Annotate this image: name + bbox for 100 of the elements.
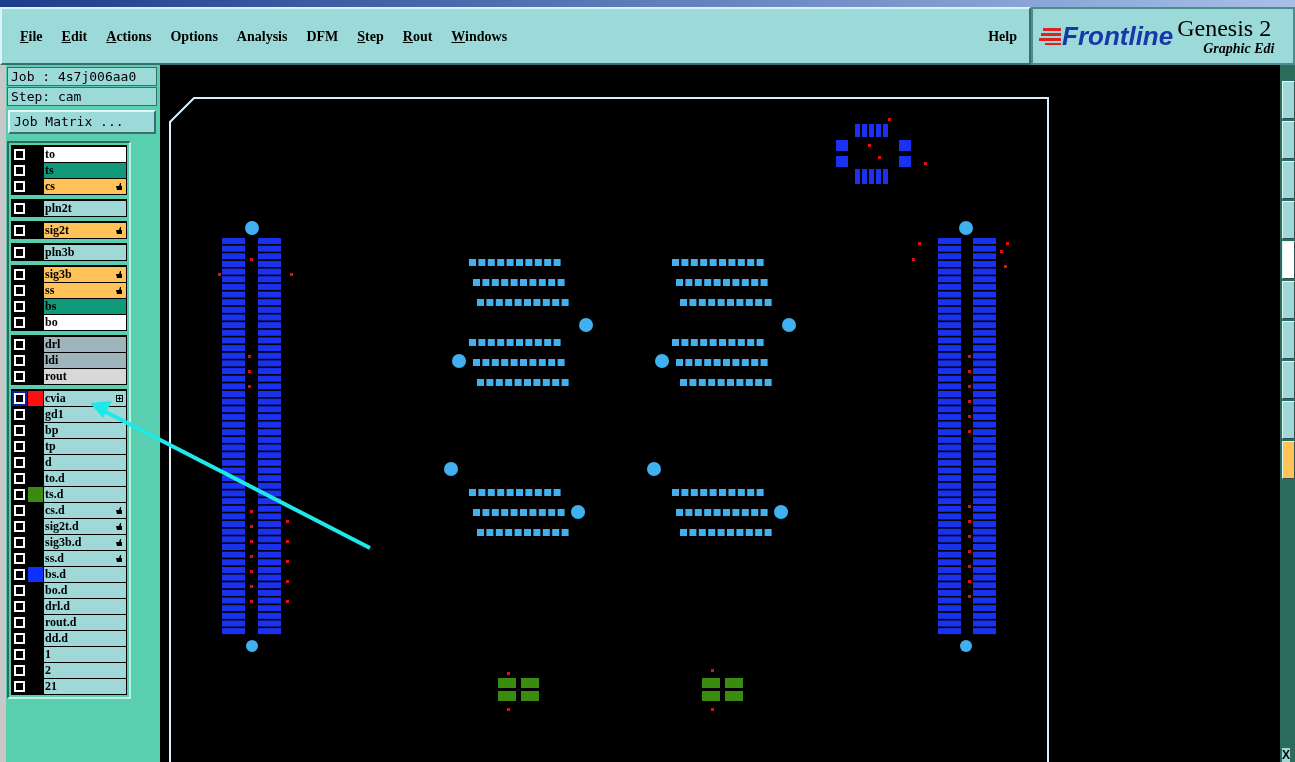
layer-row[interactable]: cs: [44, 178, 126, 194]
layer-row[interactable]: ts.d: [44, 486, 126, 502]
layer-checkbox[interactable]: [12, 390, 27, 406]
layer-row[interactable]: sig2t.d: [44, 518, 126, 534]
layer-checkbox[interactable]: [12, 406, 27, 422]
layer-checkbox[interactable]: [12, 352, 27, 368]
menu-item[interactable]: Windows: [451, 25, 508, 47]
layer-checkbox[interactable]: [12, 518, 27, 534]
menu-item[interactable]: DFM: [306, 25, 339, 47]
layer-row[interactable]: rout: [44, 368, 126, 384]
layer-checkbox[interactable]: [12, 368, 27, 384]
layer-checkbox[interactable]: [12, 550, 27, 566]
layer-item[interactable]: drl.d: [12, 598, 126, 614]
layer-row[interactable]: drl: [44, 336, 126, 352]
layer-row[interactable]: sig3b: [44, 266, 126, 282]
layer-item[interactable]: drl: [12, 336, 126, 352]
layer-row[interactable]: cs.d: [44, 502, 126, 518]
layer-row[interactable]: 1: [44, 646, 126, 662]
layer-checkbox[interactable]: [12, 566, 27, 582]
layer-item[interactable]: sig2t.d: [12, 518, 126, 534]
layer-row[interactable]: ts: [44, 162, 126, 178]
layer-row[interactable]: sig3b.d: [44, 534, 126, 550]
layer-item[interactable]: 21: [12, 678, 126, 694]
tool-button[interactable]: [1282, 401, 1295, 439]
layer-row[interactable]: dd.d: [44, 630, 126, 646]
layer-checkbox[interactable]: [12, 454, 27, 470]
layer-checkbox[interactable]: [12, 314, 27, 330]
tool-button[interactable]: [1282, 281, 1295, 319]
layer-item[interactable]: cs.d: [12, 502, 126, 518]
job-matrix-button[interactable]: Job Matrix ...: [8, 110, 156, 134]
menu-item[interactable]: Rout: [402, 25, 433, 47]
menu-item[interactable]: Step: [357, 25, 384, 47]
layer-row[interactable]: bs: [44, 298, 126, 314]
layer-row[interactable]: to.d: [44, 470, 126, 486]
layer-row[interactable]: d: [44, 454, 126, 470]
layer-item[interactable]: bs.d: [12, 566, 126, 582]
layer-row[interactable]: bo.d: [44, 582, 126, 598]
layer-item[interactable]: tp: [12, 438, 126, 454]
menu-item[interactable]: Options: [170, 25, 218, 47]
layer-row[interactable]: tp: [44, 438, 126, 454]
layer-checkbox[interactable]: [12, 582, 27, 598]
layer-checkbox[interactable]: [12, 662, 27, 678]
menu-item[interactable]: File: [20, 25, 43, 47]
help-menu[interactable]: Help: [984, 25, 1021, 47]
layer-checkbox[interactable]: [12, 502, 27, 518]
layer-row[interactable]: 2: [44, 662, 126, 678]
layer-item[interactable]: sig3b.d: [12, 534, 126, 550]
layer-item[interactable]: rout.d: [12, 614, 126, 630]
layer-checkbox[interactable]: [12, 282, 27, 298]
layer-color-swatch[interactable]: [28, 390, 43, 406]
layer-color-swatch[interactable]: [28, 566, 43, 582]
layer-item[interactable]: pln3b: [12, 244, 126, 260]
layer-checkbox[interactable]: [12, 222, 27, 238]
layer-checkbox[interactable]: [12, 534, 27, 550]
layer-item[interactable]: dd.d: [12, 630, 126, 646]
layer-item[interactable]: bp: [12, 422, 126, 438]
layer-checkbox[interactable]: [12, 298, 27, 314]
layer-checkbox[interactable]: [12, 200, 27, 216]
layer-item[interactable]: sig2t: [12, 222, 126, 238]
layer-checkbox[interactable]: [12, 630, 27, 646]
tool-button[interactable]: [1282, 321, 1295, 359]
menu-item[interactable]: Actions: [106, 25, 152, 47]
layer-checkbox[interactable]: [12, 678, 27, 694]
layer-item[interactable]: pln2t: [12, 200, 126, 216]
layer-item[interactable]: bo.d: [12, 582, 126, 598]
layer-item[interactable]: ldi: [12, 352, 126, 368]
layer-row[interactable]: sig2t: [44, 222, 126, 238]
layer-checkbox[interactable]: [12, 470, 27, 486]
layer-item[interactable]: ss.d: [12, 550, 126, 566]
tool-button[interactable]: [1282, 241, 1295, 279]
layer-row[interactable]: cvia: [44, 390, 126, 406]
layer-row[interactable]: bs.d: [44, 566, 126, 582]
tool-button[interactable]: [1282, 161, 1295, 199]
expand-icon[interactable]: [116, 394, 123, 402]
layer-checkbox[interactable]: [12, 438, 27, 454]
layer-row[interactable]: pln3b: [44, 244, 126, 260]
layer-item[interactable]: 1: [12, 646, 126, 662]
layer-item[interactable]: bs: [12, 298, 126, 314]
layer-checkbox[interactable]: [12, 422, 27, 438]
layer-checkbox[interactable]: [12, 336, 27, 352]
layer-item[interactable]: rout: [12, 368, 126, 384]
layer-item[interactable]: 2: [12, 662, 126, 678]
layer-row[interactable]: to: [44, 146, 126, 162]
layer-item[interactable]: to: [12, 146, 126, 162]
menu-item[interactable]: Edit: [61, 25, 88, 47]
layer-item[interactable]: d: [12, 454, 126, 470]
layer-checkbox[interactable]: [12, 178, 27, 194]
tool-button[interactable]: [1282, 201, 1295, 239]
layer-item[interactable]: cvia: [12, 390, 126, 406]
layer-row[interactable]: bo: [44, 314, 126, 330]
layer-row[interactable]: ss.d: [44, 550, 126, 566]
layer-row[interactable]: drl.d: [44, 598, 126, 614]
layer-item[interactable]: ts.d: [12, 486, 126, 502]
tool-button[interactable]: [1282, 121, 1295, 159]
layer-checkbox[interactable]: [12, 266, 27, 282]
layer-item[interactable]: to.d: [12, 470, 126, 486]
layer-checkbox[interactable]: [12, 598, 27, 614]
layer-checkbox[interactable]: [12, 486, 27, 502]
layer-checkbox[interactable]: [12, 614, 27, 630]
layer-row[interactable]: bp: [44, 422, 126, 438]
